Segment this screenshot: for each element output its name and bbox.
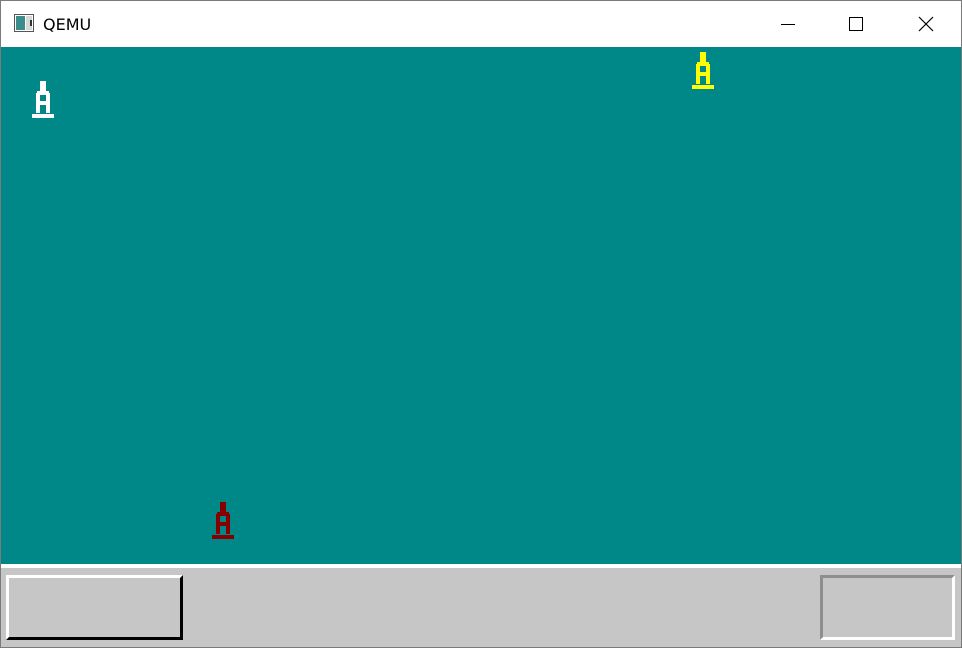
minimize-button[interactable] <box>765 1 811 47</box>
close-icon <box>918 16 934 32</box>
maximize-button[interactable] <box>833 1 879 47</box>
title-bar[interactable]: QEMU <box>1 1 961 47</box>
dark-red-figure-sprite[interactable] <box>210 500 236 542</box>
maximize-icon <box>849 17 863 31</box>
yellow-figure-sprite[interactable] <box>690 50 716 92</box>
window-title: QEMU <box>43 15 92 34</box>
taskbar <box>1 564 961 647</box>
start-button[interactable] <box>6 575 183 640</box>
white-figure-sprite[interactable] <box>30 79 56 121</box>
close-button[interactable] <box>903 1 949 47</box>
guest-display[interactable] <box>1 47 961 564</box>
qemu-app-icon <box>14 14 34 32</box>
minimize-icon <box>781 24 795 25</box>
tray-button[interactable] <box>820 575 955 640</box>
qemu-window: QEMU <box>0 0 962 648</box>
